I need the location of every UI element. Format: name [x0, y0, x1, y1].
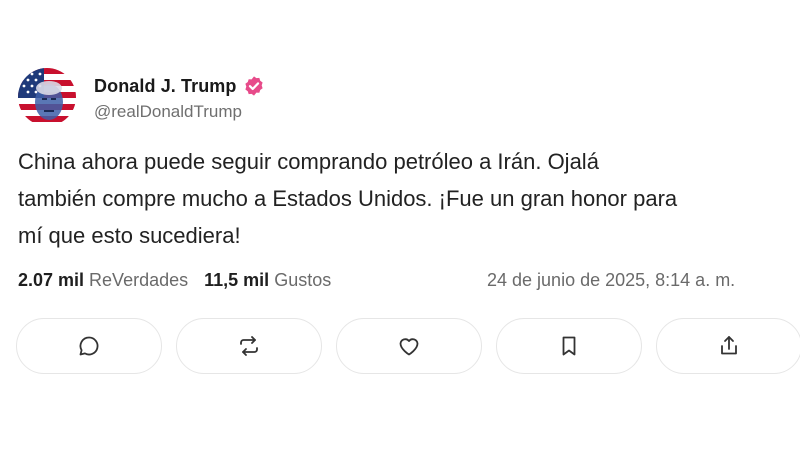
post-card: Donald J. Trump @realDonaldTrump China a…	[0, 0, 800, 450]
bookmark-button[interactable]	[496, 318, 642, 374]
post-stats: 2.07 mil ReVerdades 11,5 mil Gustos	[18, 270, 347, 291]
handle[interactable]: @realDonaldTrump	[94, 102, 265, 122]
repost-icon	[240, 336, 258, 356]
likes-count: 11,5 mil	[204, 270, 270, 290]
like-button[interactable]	[336, 318, 482, 374]
display-name[interactable]: Donald J. Trump	[94, 76, 237, 97]
reply-button[interactable]	[16, 318, 162, 374]
share-button[interactable]	[656, 318, 800, 374]
post-timestamp[interactable]: 24 de junio de 2025, 8:14 a. m.	[487, 270, 735, 291]
post-text-line: China ahora puede seguir comprando petró…	[18, 149, 599, 174]
reposts-label: ReVerdades	[89, 270, 189, 290]
name-row: Donald J. Trump	[94, 74, 265, 98]
repost-button[interactable]	[176, 318, 322, 374]
verified-badge-icon	[243, 75, 265, 97]
avatar[interactable]	[18, 68, 76, 126]
post-text-line: también compre mucho a Estados Unidos. ¡…	[18, 186, 678, 211]
reposts-stat[interactable]: 2.07 mil ReVerdades	[18, 270, 188, 291]
post-text: China ahora puede seguir comprando petró…	[18, 143, 800, 254]
heart-icon	[399, 338, 419, 356]
share-icon	[721, 336, 737, 355]
reply-icon	[79, 336, 99, 356]
likes-label: Gustos	[274, 270, 332, 290]
post-header: Donald J. Trump @realDonaldTrump	[18, 68, 265, 126]
author-identity: Donald J. Trump @realDonaldTrump	[94, 74, 265, 122]
post-text-line: mí que esto sucediera!	[18, 223, 241, 248]
likes-stat[interactable]: 11,5 mil Gustos	[204, 270, 331, 291]
reposts-count: 2.07 mil	[18, 270, 85, 290]
bookmark-icon	[562, 336, 576, 356]
avatar-image	[18, 68, 76, 126]
action-bar	[16, 318, 800, 374]
